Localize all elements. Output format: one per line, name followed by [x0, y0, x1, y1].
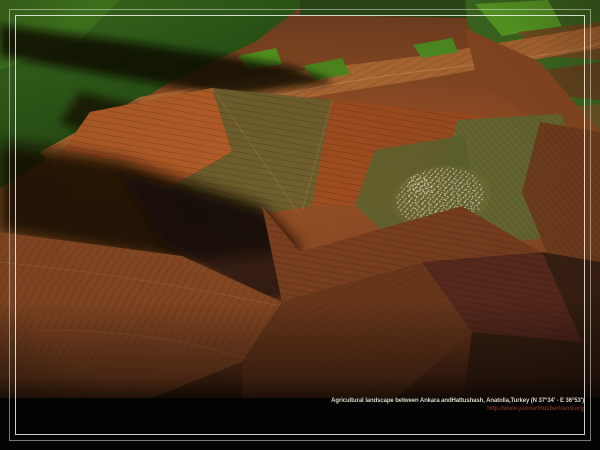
aerial-photo: [0, 0, 600, 450]
bottom-fade: [0, 300, 600, 410]
wallpaper-canvas: Agricultural landscape between Ankara an…: [0, 0, 600, 450]
caption-bar: [0, 398, 600, 450]
